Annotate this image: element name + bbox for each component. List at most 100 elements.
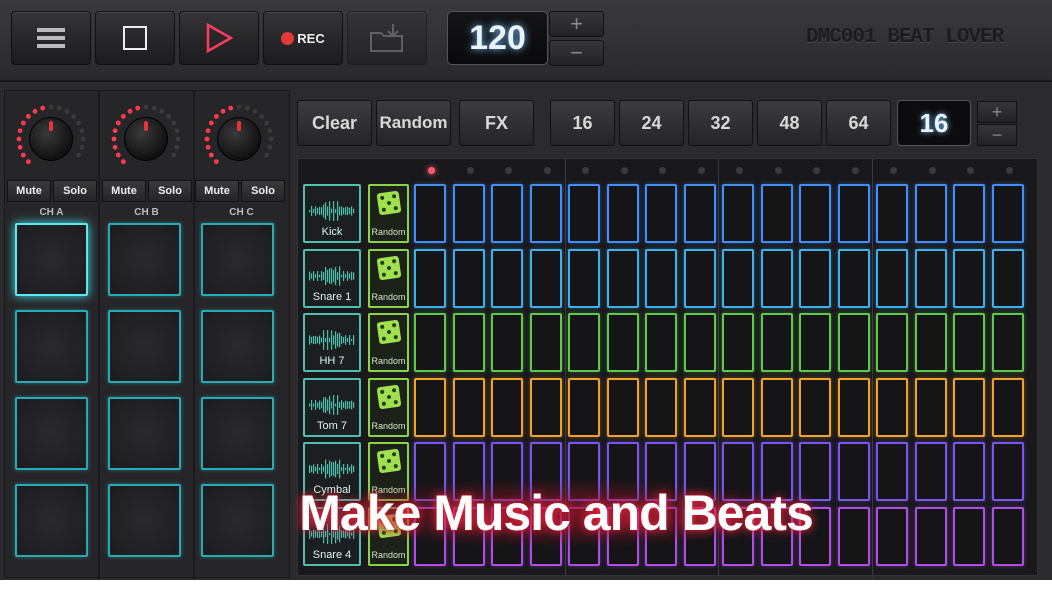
- step-cell[interactable]: [991, 442, 1024, 501]
- step-cell[interactable]: [953, 506, 985, 566]
- step-cell[interactable]: [414, 248, 446, 308]
- step-cell[interactable]: [837, 442, 870, 501]
- drum-pad[interactable]: [108, 484, 181, 557]
- step-cell[interactable]: [722, 184, 754, 243]
- step-cell[interactable]: [529, 313, 562, 372]
- step-cell[interactable]: [876, 248, 908, 308]
- step-cell[interactable]: [606, 184, 639, 243]
- step-cell[interactable]: [837, 313, 870, 372]
- step-cell[interactable]: [953, 377, 985, 437]
- step-cell[interactable]: [722, 313, 754, 372]
- instrument-slot[interactable]: Snare 1: [303, 248, 361, 308]
- step-cell[interactable]: [414, 377, 446, 437]
- record-button[interactable]: REC: [263, 11, 343, 65]
- step-cell[interactable]: [491, 248, 523, 308]
- step-cell[interactable]: [568, 377, 600, 437]
- steps-48-button[interactable]: 48: [757, 100, 822, 146]
- step-cell[interactable]: [914, 248, 947, 308]
- channel-c-solo-button[interactable]: Solo: [241, 180, 285, 202]
- step-cell[interactable]: [452, 248, 485, 308]
- step-cell[interactable]: [760, 377, 793, 437]
- instrument-slot[interactable]: HH 7: [303, 313, 361, 372]
- step-cell[interactable]: [991, 184, 1024, 243]
- step-cell[interactable]: [876, 377, 908, 437]
- step-cell[interactable]: [491, 313, 523, 372]
- step-cell[interactable]: [568, 184, 600, 243]
- step-cell[interactable]: [876, 313, 908, 372]
- drum-pad[interactable]: [201, 223, 274, 296]
- clear-button[interactable]: Clear: [297, 100, 372, 146]
- channel-a-solo-button[interactable]: Solo: [53, 180, 97, 202]
- step-cell[interactable]: [799, 184, 831, 243]
- drum-pad[interactable]: [201, 484, 274, 557]
- step-cell[interactable]: [760, 248, 793, 308]
- step-cell[interactable]: [529, 248, 562, 308]
- steps-decrease-button[interactable]: −: [977, 124, 1017, 146]
- step-cell[interactable]: [914, 442, 947, 501]
- drum-pad[interactable]: [201, 310, 274, 383]
- step-cell[interactable]: [837, 184, 870, 243]
- step-cell[interactable]: [683, 248, 716, 308]
- play-button[interactable]: [179, 11, 259, 65]
- steps-64-button[interactable]: 64: [826, 100, 891, 146]
- step-cell[interactable]: [837, 506, 870, 566]
- bpm-decrease-button[interactable]: −: [549, 40, 604, 66]
- row-random-button[interactable]: Random: [368, 313, 409, 372]
- step-cell[interactable]: [606, 248, 639, 308]
- load-button[interactable]: [347, 11, 427, 65]
- steps-16-button[interactable]: 16: [550, 100, 615, 146]
- step-cell[interactable]: [991, 377, 1024, 437]
- step-cell[interactable]: [414, 184, 446, 243]
- step-cell[interactable]: [760, 184, 793, 243]
- step-cell[interactable]: [953, 248, 985, 308]
- step-cell[interactable]: [799, 313, 831, 372]
- drum-pad[interactable]: [15, 223, 88, 296]
- drum-pad[interactable]: [108, 223, 181, 296]
- instrument-slot[interactable]: Tom 7: [303, 377, 361, 437]
- drum-pad[interactable]: [108, 310, 181, 383]
- channel-a-mute-button[interactable]: Mute: [7, 180, 51, 202]
- step-cell[interactable]: [876, 442, 908, 501]
- step-cell[interactable]: [568, 248, 600, 308]
- step-cell[interactable]: [491, 184, 523, 243]
- step-cell[interactable]: [491, 377, 523, 437]
- step-cell[interactable]: [645, 313, 677, 372]
- step-cell[interactable]: [722, 248, 754, 308]
- step-cell[interactable]: [529, 184, 562, 243]
- step-cell[interactable]: [953, 184, 985, 243]
- drum-pad[interactable]: [201, 397, 274, 470]
- fx-button[interactable]: FX: [459, 100, 534, 146]
- channel-b-volume-knob[interactable]: [110, 103, 182, 175]
- bpm-increase-button[interactable]: +: [549, 11, 604, 37]
- drum-pad[interactable]: [108, 397, 181, 470]
- step-cell[interactable]: [568, 313, 600, 372]
- steps-24-button[interactable]: 24: [619, 100, 684, 146]
- step-cell[interactable]: [760, 313, 793, 372]
- channel-b-mute-button[interactable]: Mute: [102, 180, 146, 202]
- step-cell[interactable]: [953, 313, 985, 372]
- step-cell[interactable]: [914, 377, 947, 437]
- step-cell[interactable]: [683, 313, 716, 372]
- step-cell[interactable]: [914, 506, 947, 566]
- step-cell[interactable]: [876, 184, 908, 243]
- steps-32-button[interactable]: 32: [688, 100, 753, 146]
- step-cell[interactable]: [914, 184, 947, 243]
- step-cell[interactable]: [645, 248, 677, 308]
- step-cell[interactable]: [529, 377, 562, 437]
- menu-button[interactable]: [11, 11, 91, 65]
- step-cell[interactable]: [876, 506, 908, 566]
- step-cell[interactable]: [452, 377, 485, 437]
- channel-a-volume-knob[interactable]: [15, 103, 87, 175]
- step-cell[interactable]: [722, 377, 754, 437]
- step-cell[interactable]: [452, 184, 485, 243]
- step-cell[interactable]: [645, 377, 677, 437]
- row-random-button[interactable]: Random: [368, 184, 409, 243]
- step-cell[interactable]: [914, 313, 947, 372]
- random-button[interactable]: Random: [376, 100, 451, 146]
- channel-b-solo-button[interactable]: Solo: [148, 180, 192, 202]
- step-cell[interactable]: [953, 442, 985, 501]
- step-cell[interactable]: [606, 313, 639, 372]
- stop-button[interactable]: [95, 11, 175, 65]
- instrument-slot[interactable]: Kick: [303, 184, 361, 243]
- step-cell[interactable]: [799, 377, 831, 437]
